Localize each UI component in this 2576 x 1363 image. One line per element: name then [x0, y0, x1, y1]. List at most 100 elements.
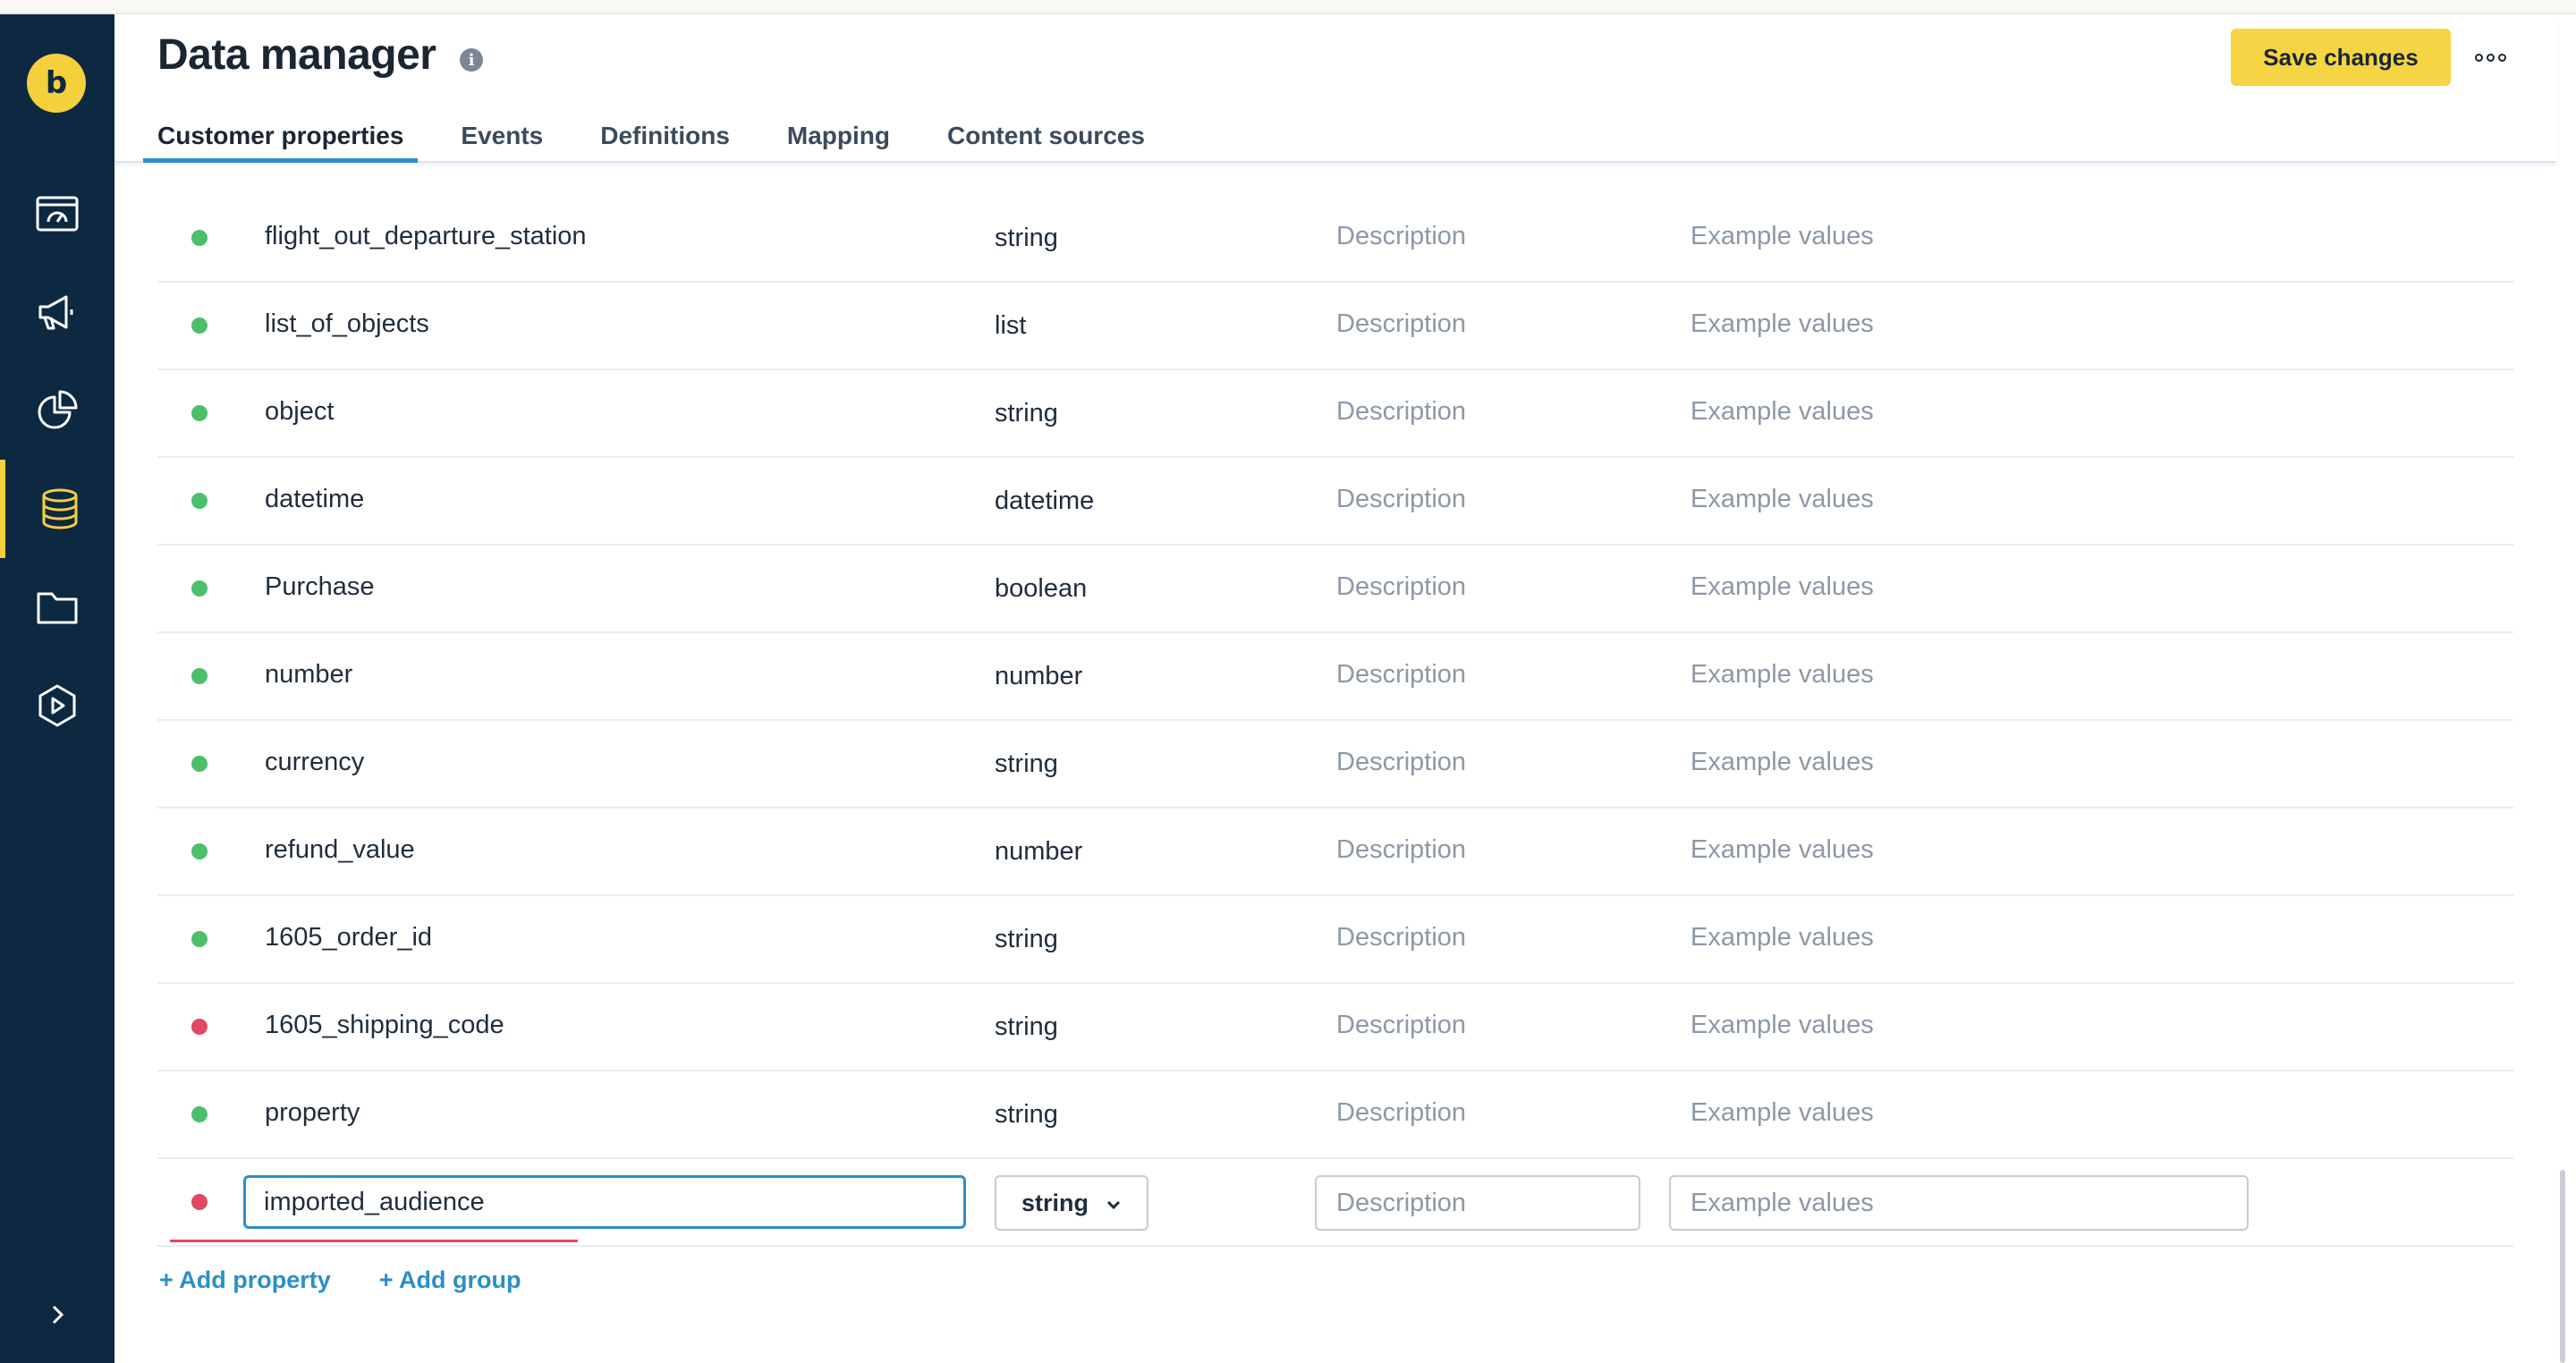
property-example-values[interactable]: Example values	[1690, 835, 1874, 865]
folder-icon	[37, 592, 78, 624]
property-description[interactable]: Description	[1336, 485, 1466, 514]
app-logo[interactable]: b	[27, 54, 86, 113]
property-type[interactable]: boolean	[995, 574, 1087, 604]
table-row[interactable]: currency string Description Example valu…	[157, 721, 2513, 808]
status-dot	[191, 931, 208, 947]
tab-content-sources[interactable]: Content sources	[933, 111, 1159, 163]
status-dot	[191, 668, 208, 684]
property-name[interactable]: list_of_objects	[265, 309, 429, 339]
play-hexagon-icon	[38, 684, 76, 727]
table-row[interactable]: Purchase boolean Description Example val…	[157, 546, 2513, 633]
description-input[interactable]	[1315, 1175, 1640, 1231]
property-description[interactable]: Description	[1336, 397, 1466, 427]
property-example-values[interactable]: Example values	[1690, 222, 1874, 251]
add-group-link[interactable]: + Add group	[379, 1266, 521, 1294]
page-title: Data manager	[157, 31, 436, 79]
table-row[interactable]: object string Description Example values	[157, 370, 2513, 458]
validation-error-underline	[170, 1240, 578, 1242]
status-dot	[191, 493, 208, 509]
property-name[interactable]: property	[265, 1098, 360, 1128]
tab-definitions[interactable]: Definitions	[586, 111, 744, 163]
property-type[interactable]: list	[995, 311, 1026, 341]
sidebar-item-files[interactable]	[0, 558, 114, 656]
tab-bar: Customer properties Events Definitions M…	[143, 111, 1188, 163]
property-type[interactable]: datetime	[995, 487, 1094, 516]
property-type[interactable]: number	[995, 662, 1082, 691]
property-description[interactable]: Description	[1336, 309, 1466, 339]
sidebar-item-automation[interactable]	[0, 656, 114, 755]
property-description[interactable]: Description	[1336, 1098, 1466, 1128]
property-example-values[interactable]: Example values	[1690, 660, 1874, 690]
status-dot	[191, 756, 208, 772]
property-example-values[interactable]: Example values	[1690, 748, 1874, 777]
property-example-values[interactable]: Example values	[1690, 572, 1874, 602]
sidebar-item-analytics[interactable]	[0, 361, 114, 460]
table-row[interactable]: number number Description Example values	[157, 633, 2513, 721]
tab-mapping[interactable]: Mapping	[773, 111, 904, 163]
status-dot-error	[191, 1019, 208, 1035]
status-dot	[191, 1106, 208, 1122]
save-changes-button[interactable]: Save changes	[2231, 29, 2451, 86]
status-dot-error	[191, 1194, 208, 1210]
dot-icon	[2497, 53, 2506, 62]
property-description[interactable]: Description	[1336, 572, 1466, 602]
sidebar-item-data[interactable]	[0, 460, 114, 558]
example-values-input[interactable]	[1669, 1175, 2249, 1231]
property-example-values[interactable]: Example values	[1690, 1011, 1874, 1040]
more-options-button[interactable]	[2463, 38, 2517, 77]
property-example-values[interactable]: Example values	[1690, 397, 1874, 427]
table-row[interactable]: 1605_shipping_code string Description Ex…	[157, 984, 2513, 1071]
property-name[interactable]: refund_value	[265, 835, 415, 865]
table-row[interactable]: refund_value number Description Example …	[157, 808, 2513, 896]
property-type[interactable]: number	[995, 837, 1082, 867]
property-name[interactable]: flight_out_departure_station	[265, 222, 587, 251]
sidebar-item-campaigns[interactable]	[0, 263, 114, 361]
property-description[interactable]: Description	[1336, 923, 1466, 952]
property-description[interactable]: Description	[1336, 660, 1466, 690]
property-example-values[interactable]: Example values	[1690, 923, 1874, 952]
table-row[interactable]: datetime datetime Description Example va…	[157, 458, 2513, 546]
table-actions: + Add property + Add group	[159, 1266, 521, 1294]
property-type[interactable]: string	[995, 925, 1058, 954]
property-name[interactable]: number	[265, 660, 352, 690]
property-example-values[interactable]: Example values	[1690, 485, 1874, 514]
property-name[interactable]: 1605_shipping_code	[265, 1011, 504, 1040]
property-type[interactable]: string	[995, 399, 1058, 428]
properties-table: flight_out_departure_station string Desc…	[157, 195, 2513, 1247]
dot-icon	[2486, 53, 2495, 62]
type-select-value: string	[1021, 1189, 1089, 1216]
property-type[interactable]: string	[995, 1012, 1058, 1042]
property-name[interactable]: 1605_order_id	[265, 923, 432, 952]
tab-customer-properties[interactable]: Customer properties	[143, 111, 419, 163]
tab-events[interactable]: Events	[446, 111, 557, 163]
table-row[interactable]: list_of_objects list Description Example…	[157, 283, 2513, 370]
property-name[interactable]: currency	[265, 748, 364, 777]
property-type[interactable]: string	[995, 749, 1058, 779]
property-name-input[interactable]	[243, 1175, 966, 1229]
table-row[interactable]: flight_out_departure_station string Desc…	[157, 195, 2513, 283]
property-example-values[interactable]: Example values	[1690, 309, 1874, 339]
property-description[interactable]: Description	[1336, 835, 1466, 865]
property-type-select[interactable]: string	[995, 1175, 1148, 1231]
property-example-values[interactable]: Example values	[1690, 1098, 1874, 1128]
sidebar: b	[0, 14, 114, 1363]
property-description[interactable]: Description	[1336, 748, 1466, 777]
property-name[interactable]: Purchase	[265, 572, 375, 602]
sidebar-collapse-button[interactable]	[0, 1270, 114, 1359]
chevron-right-icon	[52, 1305, 64, 1325]
add-property-link[interactable]: + Add property	[159, 1266, 331, 1294]
megaphone-icon	[38, 295, 73, 330]
table-row[interactable]: 1605_order_id string Description Example…	[157, 896, 2513, 984]
table-row[interactable]: property string Description Example valu…	[157, 1071, 2513, 1159]
property-name[interactable]: object	[265, 397, 334, 427]
property-name[interactable]: datetime	[265, 485, 364, 514]
property-description[interactable]: Description	[1336, 1011, 1466, 1040]
chevron-down-icon	[1106, 1200, 1121, 1210]
dashboard-icon	[36, 196, 79, 232]
property-type[interactable]: string	[995, 1100, 1058, 1130]
property-type[interactable]: string	[995, 224, 1058, 253]
info-icon[interactable]: i	[460, 48, 483, 72]
vertical-scrollbar[interactable]	[2560, 1170, 2565, 1363]
property-description[interactable]: Description	[1336, 222, 1466, 251]
sidebar-item-dashboard[interactable]	[0, 165, 114, 263]
